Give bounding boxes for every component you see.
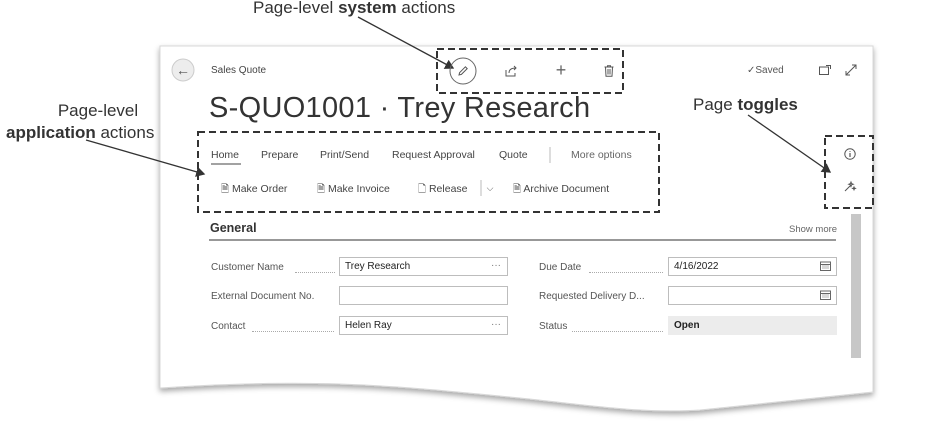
- customer-name-label: Customer Name: [211, 262, 284, 273]
- scrollbar: [851, 214, 861, 358]
- breadcrumb[interactable]: Sales Quote: [211, 65, 266, 76]
- info-icon[interactable]: [842, 146, 858, 162]
- page-title: S-QUO1001 · Trey Research: [209, 92, 591, 124]
- requested-delivery-date-field[interactable]: [668, 286, 837, 305]
- tab-quote[interactable]: Quote: [499, 149, 528, 161]
- contact-value: Helen Ray: [345, 320, 392, 331]
- document-icon: 🗎: [221, 184, 230, 195]
- callout-bold-text: toggles: [737, 95, 798, 114]
- status-field: Open: [668, 316, 837, 335]
- field-leader: [252, 331, 334, 332]
- plus-icon[interactable]: +: [552, 60, 570, 80]
- lookup-ellipsis-icon[interactable]: ···: [491, 260, 501, 271]
- lookup-ellipsis-icon[interactable]: ···: [491, 319, 501, 330]
- field-leader: [295, 272, 335, 273]
- tab-prepare[interactable]: Prepare: [261, 149, 298, 161]
- pencil-icon[interactable]: [450, 58, 476, 84]
- tab-print-send[interactable]: Print/Send: [320, 149, 369, 161]
- tab-home[interactable]: Home: [211, 149, 239, 161]
- document-icon: 🗎: [317, 184, 326, 195]
- back-arrow-icon[interactable]: ←: [172, 59, 194, 81]
- customer-name-field[interactable]: Trey Research ···: [339, 257, 508, 276]
- tab-request-approval[interactable]: Request Approval: [392, 149, 475, 161]
- make-order-label: Make Order: [231, 183, 288, 195]
- callout-text: actions: [95, 123, 155, 142]
- contact-field[interactable]: Helen Ray ···: [339, 316, 508, 335]
- callout-bold-text: system: [338, 0, 397, 17]
- make-invoice-button[interactable]: 🗎 Make Invoice: [317, 182, 390, 199]
- external-document-no-field[interactable]: [339, 286, 508, 305]
- callout-application-actions-line1: Page-level: [39, 101, 157, 121]
- release-document-icon: 🗋: [418, 184, 427, 195]
- release-button[interactable]: 🗋 Release: [418, 182, 468, 199]
- show-more-link[interactable]: Show more: [789, 224, 837, 235]
- tab-more-options[interactable]: More options: [571, 149, 632, 161]
- release-label: Release: [428, 183, 468, 195]
- archive-document-label: Archive Document: [523, 183, 610, 195]
- callout-application-actions-line2: application actions: [6, 123, 154, 143]
- calendar-icon[interactable]: [820, 261, 831, 274]
- make-order-button[interactable]: 🗎 Make Order: [221, 182, 287, 199]
- calendar-icon[interactable]: [820, 290, 831, 303]
- callout-text: Page-level: [253, 0, 339, 17]
- section-title: General: [210, 221, 257, 235]
- field-leader: [589, 272, 663, 273]
- requested-delivery-date-label: Requested Delivery D...: [539, 291, 645, 302]
- callout-text: actions: [396, 0, 456, 17]
- expand-icon[interactable]: [843, 62, 859, 78]
- share-icon[interactable]: [502, 62, 520, 80]
- callout-system-actions: Page-level system actions: [253, 0, 455, 18]
- callout-page-toggles: Page toggles: [693, 95, 798, 115]
- status-value: Open: [674, 320, 700, 331]
- due-date-field[interactable]: 4/16/2022: [668, 257, 837, 276]
- chevron-down-icon[interactable]: ⌵: [484, 182, 496, 194]
- saved-status: ✓Saved: [747, 65, 784, 76]
- archive-document-button[interactable]: 🗎 Archive Document: [513, 182, 609, 199]
- callout-text: Page-level: [57, 101, 139, 120]
- customer-name-value: Trey Research: [345, 261, 411, 272]
- due-date-label: Due Date: [539, 262, 582, 273]
- due-date-value: 4/16/2022: [674, 261, 719, 272]
- status-label: Status: [539, 321, 568, 332]
- callout-text: Page: [693, 95, 738, 114]
- open-in-new-window-icon[interactable]: [817, 62, 833, 78]
- contact-label: Contact: [211, 321, 246, 332]
- field-leader: [572, 331, 663, 332]
- external-document-no-label: External Document No.: [211, 291, 315, 302]
- personalize-icon[interactable]: [842, 178, 858, 194]
- make-invoice-label: Make Invoice: [327, 183, 390, 195]
- callout-bold-text: application: [6, 123, 96, 142]
- saved-label: Saved: [755, 65, 784, 76]
- trash-icon[interactable]: [600, 62, 618, 80]
- archive-icon: 🗎: [513, 184, 522, 195]
